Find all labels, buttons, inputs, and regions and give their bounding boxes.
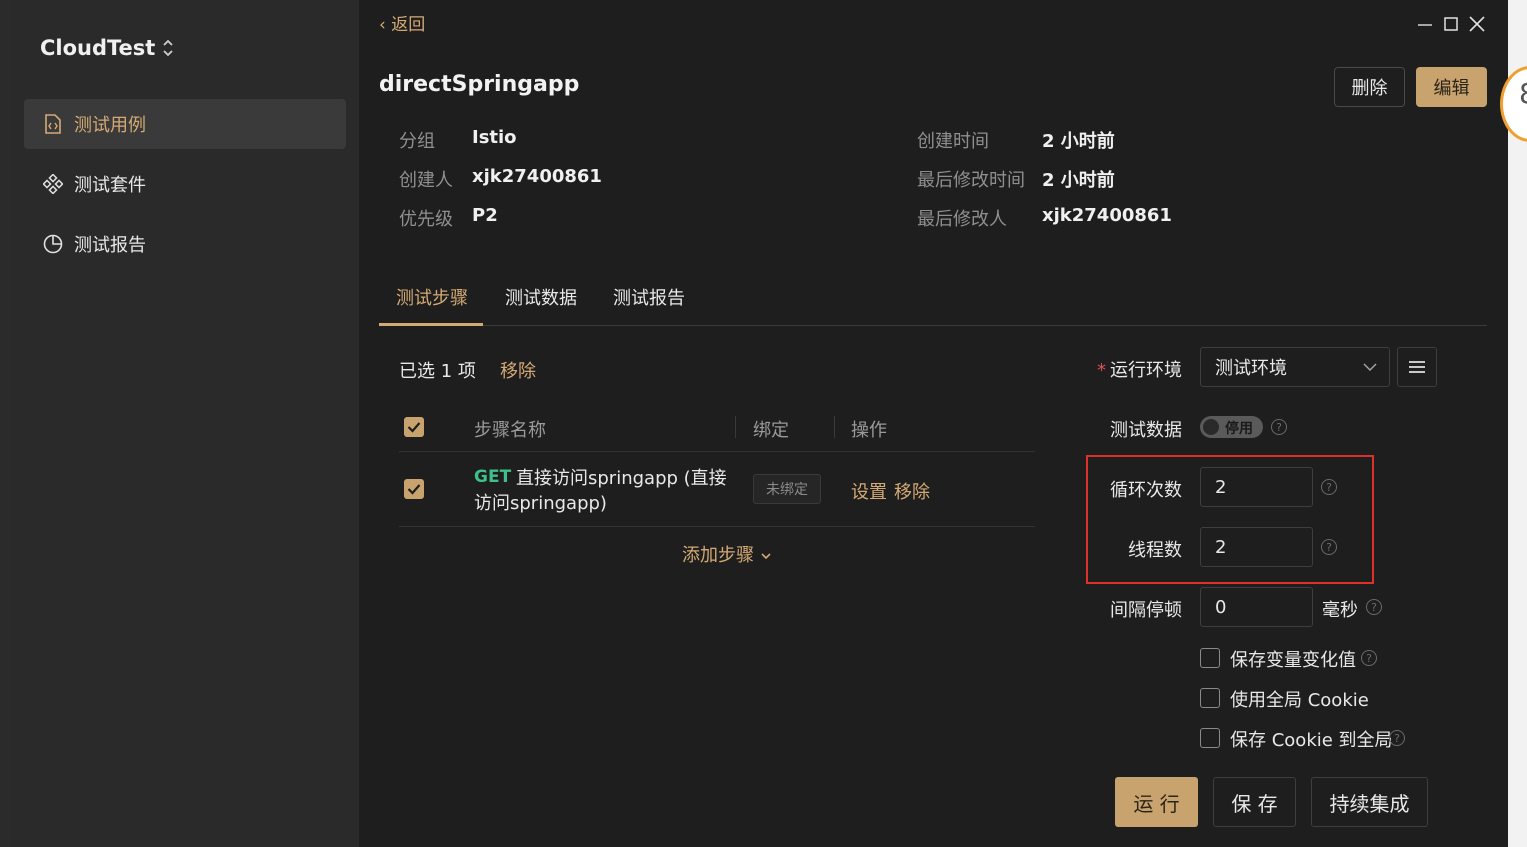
sidebar-item-test-suites[interactable]: 测试套件 [24,159,346,209]
step-remove-link[interactable]: 移除 [894,478,930,504]
use-global-cookie-checkbox[interactable] [1200,688,1220,708]
components-icon [42,173,64,195]
check-icon [407,484,421,495]
help-icon[interactable]: ? [1366,599,1382,615]
selection-info: 已选 1 项 [399,361,476,382]
interval-label: 间隔停顿 [1110,600,1182,621]
maximize-icon[interactable] [1444,12,1458,41]
table-divider [399,526,1035,527]
save-cookie-global-label: 保存 Cookie 到全局 [1230,730,1393,751]
remove-selected-link[interactable]: 移除 [500,357,536,383]
chevron-left-icon: ‹ [379,15,392,35]
delete-button[interactable]: 删除 [1334,67,1405,107]
continuous-integration-button[interactable]: 持续集成 [1311,777,1428,827]
step-name[interactable]: 直接访问springapp (直接访问springapp) [474,466,734,516]
file-code-icon [42,113,64,135]
sidebar-item-test-reports[interactable]: 测试报告 [24,219,346,269]
tab-test-data[interactable]: 测试数据 [505,284,577,310]
menu-button[interactable] [1397,347,1437,387]
modifier-value: xjk27400861 [1042,205,1172,226]
pie-chart-icon [42,233,64,255]
chevron-down-icon [761,553,771,560]
sort-icon [163,39,173,57]
widget-glyph: 8 [1519,77,1527,110]
minimize-icon[interactable] [1417,12,1433,41]
toggle-knob [1203,419,1219,435]
highlight-box [1086,455,1374,584]
env-label: * 运行环境 [1097,360,1182,381]
step-settings-link[interactable]: 设置 [851,478,887,504]
priority-value: P2 [472,205,498,226]
back-link[interactable]: ‹ 返回 [379,10,425,35]
interval-input[interactable]: 0 [1200,587,1313,627]
priority-label: 优先级 [399,209,453,230]
help-icon[interactable]: ? [1389,730,1405,746]
active-tab-indicator [379,323,483,326]
main-panel: ‹ 返回 directSpringapp 删除 编辑 分组 Istio 创建人 … [359,0,1508,847]
http-method-badge: GET [474,467,512,487]
group-value: Istio [472,127,517,148]
column-header-binding: 绑定 [753,420,789,441]
menu-icon [1409,361,1425,373]
chevron-down-icon [1363,363,1377,371]
save-variable-label: 保存变量变化值 [1230,650,1356,671]
test-data-toggle[interactable]: 停用 [1200,416,1263,438]
project-switcher[interactable]: CloudTest [40,36,173,60]
toggle-text: 停用 [1225,421,1253,437]
app-name: CloudTest [40,36,156,60]
required-marker: * [1097,360,1106,381]
select-all-checkbox[interactable] [404,417,424,437]
use-global-cookie-label: 使用全局 Cookie [1230,690,1369,711]
column-header-step-name: 步骤名称 [474,420,546,441]
column-divider [735,416,736,438]
creator-value: xjk27400861 [472,166,602,187]
creator-label: 创建人 [399,170,453,191]
add-step-button[interactable]: 添加步骤 [682,541,772,567]
env-select[interactable]: 测试环境 [1200,347,1390,387]
edit-button[interactable]: 编辑 [1416,67,1487,107]
sidebar-item-test-cases[interactable]: 测试用例 [24,99,346,149]
sidebar: CloudTest 测试用例 测试套件 测试报告 [10,0,359,847]
binding-status-badge: 未绑定 [753,474,821,504]
sidebar-item-label: 测试套件 [74,175,146,196]
save-variable-checkbox[interactable] [1200,648,1220,668]
help-icon[interactable]: ? [1361,650,1377,666]
created-time-value: 2 小时前 [1042,131,1115,152]
sidebar-item-label: 测试用例 [74,115,146,136]
interval-unit: 毫秒 [1322,600,1358,621]
close-icon[interactable] [1469,12,1485,41]
created-time-label: 创建时间 [917,131,989,152]
run-button[interactable]: 运 行 [1115,777,1198,827]
row-checkbox[interactable] [404,479,424,499]
tab-test-reports[interactable]: 测试报告 [613,284,685,310]
help-icon[interactable]: ? [1271,419,1287,435]
modified-time-label: 最后修改时间 [917,170,1025,191]
test-data-label: 测试数据 [1110,420,1182,441]
check-icon [407,422,421,433]
group-label: 分组 [399,131,435,152]
window-edge [0,0,10,847]
sidebar-item-label: 测试报告 [74,235,146,256]
tab-test-steps[interactable]: 测试步骤 [396,284,468,310]
column-divider [834,416,835,438]
modifier-label: 最后修改人 [917,209,1007,230]
page-title: directSpringapp [379,72,580,97]
save-cookie-global-checkbox[interactable] [1200,728,1220,748]
save-button[interactable]: 保 存 [1213,777,1296,827]
modified-time-value: 2 小时前 [1042,170,1115,191]
table-divider [399,451,1035,452]
tabs-divider [379,325,1487,326]
column-header-actions: 操作 [851,420,887,441]
